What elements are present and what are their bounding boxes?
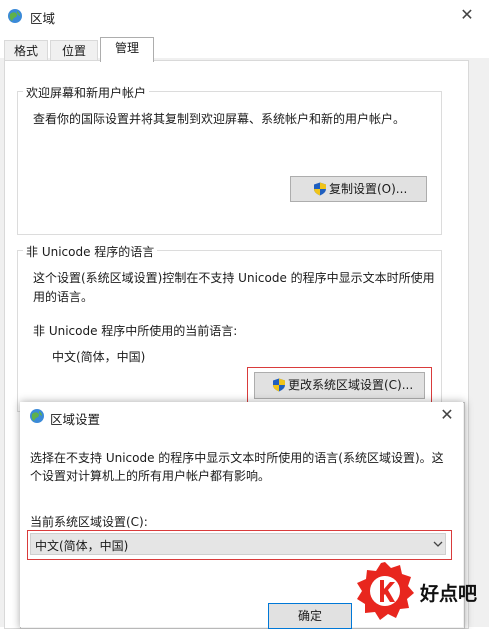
close-button[interactable]: ✕ — [458, 4, 476, 26]
watermark-logo — [357, 562, 414, 620]
watermark-text: 好点吧 — [420, 583, 478, 605]
system-locale-select[interactable]: 中文(简体，中国) — [30, 533, 446, 555]
ok-button[interactable]: 确定 — [268, 603, 352, 629]
chevron-down-icon — [433, 541, 443, 547]
tab-format[interactable]: 格式 — [4, 40, 48, 61]
unicode-description-line1: 这个设置(系统区域设置)控制在不支持 Unicode 的程序中显示文本时所使用 — [33, 271, 435, 285]
copy-settings-label: 复制设置(O)... — [329, 182, 408, 196]
locale-select-label: 当前系统区域设置(C): — [30, 515, 148, 529]
welcome-description: 查看你的国际设置并将其复制到欢迎屏幕、系统帐户和新的用户帐户。 — [33, 112, 406, 126]
sub-description-line2: 个设置对计算机上的所有用户帐户都有影响。 — [30, 469, 271, 483]
welcome-group-label: 欢迎屏幕和新用户帐户 — [23, 84, 150, 101]
sub-dialog-title: 区域设置 — [50, 412, 101, 427]
unicode-description-line2: 用的语言。 — [33, 290, 94, 304]
sub-close-button[interactable]: ✕ — [438, 404, 456, 426]
unicode-group-label: 非 Unicode 程序的语言 — [23, 243, 158, 260]
sub-description-line1: 选择在不支持 Unicode 的程序中显示文本时所使用的语言(系统区域设置)。这 — [30, 451, 444, 465]
current-language-value: 中文(简体，中国) — [52, 350, 146, 364]
tab-location[interactable]: 位置 — [50, 40, 98, 61]
current-language-label: 非 Unicode 程序中所使用的当前语言: — [33, 324, 238, 338]
change-system-locale-label: 更改系统区域设置(C)... — [288, 378, 414, 392]
uac-shield-icon — [273, 378, 285, 392]
change-system-locale-button[interactable]: 更改系统区域设置(C)... — [254, 372, 425, 399]
system-locale-value: 中文(简体，中国) — [35, 539, 129, 553]
globe-icon — [8, 9, 22, 23]
window-title: 区域 — [30, 11, 56, 26]
copy-settings-button[interactable]: 复制设置(O)... — [290, 176, 427, 202]
uac-shield-icon — [314, 182, 326, 196]
globe-icon — [30, 409, 44, 423]
title-bar — [0, 0, 489, 32]
tab-administrative[interactable]: 管理 — [100, 37, 154, 62]
